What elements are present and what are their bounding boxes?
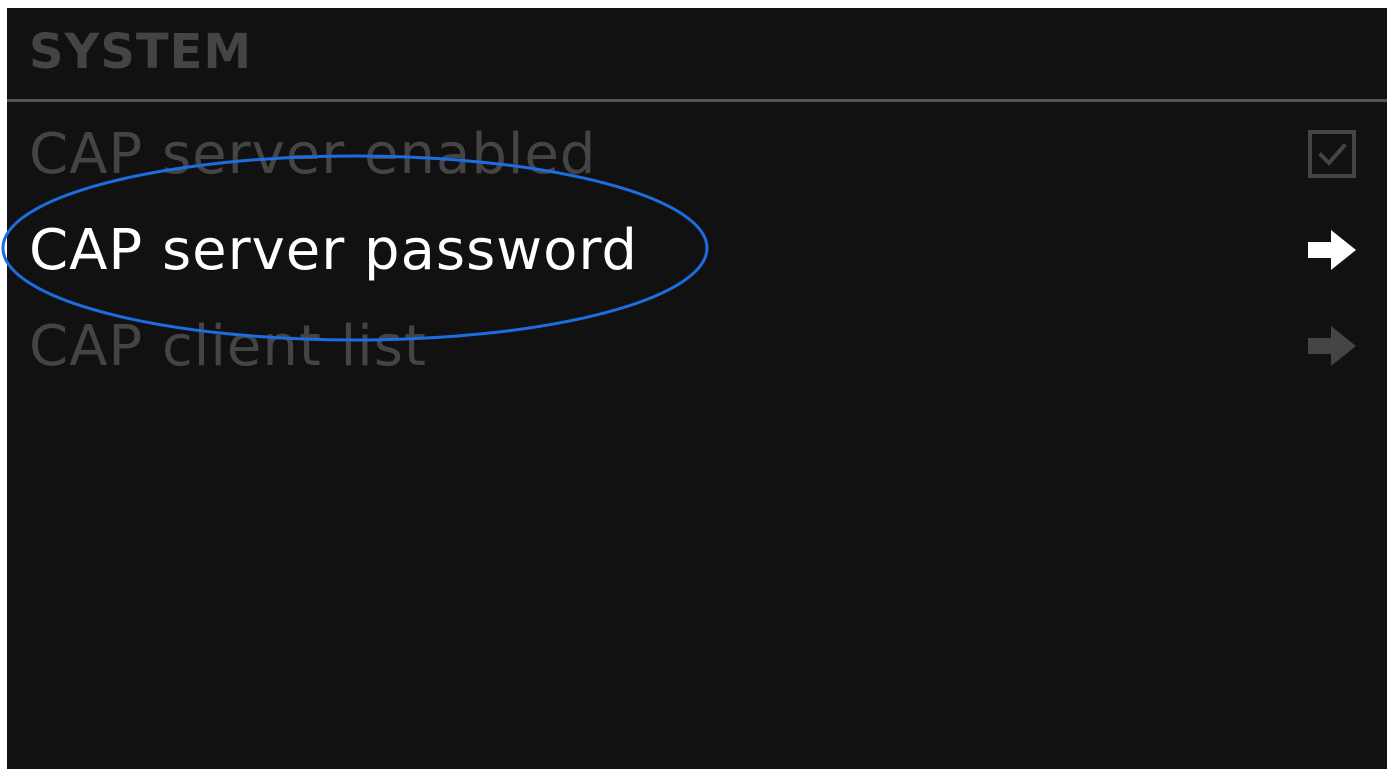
menu-item-cap-server-enabled[interactable]: CAP server enabled	[7, 108, 1387, 204]
menu-item-cap-server-password[interactable]: CAP server password	[7, 204, 1387, 300]
checkbox-checked-icon[interactable]	[1306, 128, 1358, 180]
menu-item-label: CAP server password	[29, 218, 638, 283]
system-menu-screen: SYSTEM CAP server enabled CAP server pas…	[7, 8, 1387, 769]
menu-item-cap-client-list[interactable]: CAP client list	[7, 300, 1387, 396]
menu-header: SYSTEM	[7, 8, 1387, 102]
menu-item-label: CAP client list	[29, 314, 427, 379]
page-title: SYSTEM	[29, 24, 253, 80]
arrow-right-icon	[1306, 224, 1358, 276]
menu-item-label: CAP server enabled	[29, 122, 597, 187]
arrow-right-icon	[1306, 320, 1358, 372]
